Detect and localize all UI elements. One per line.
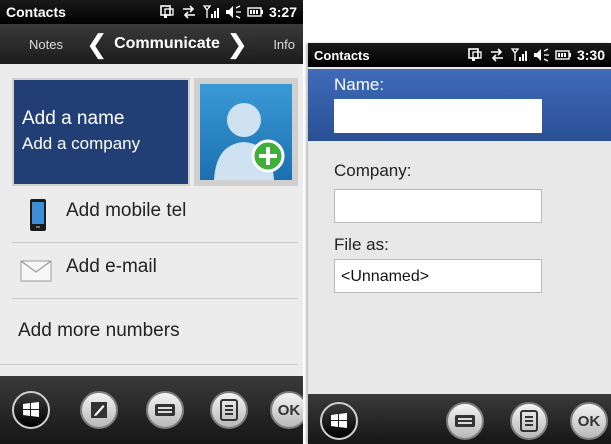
battery-icon[interactable]: [555, 48, 571, 62]
mobile-phone-icon: [28, 198, 48, 237]
person-silhouette-icon: [214, 103, 285, 180]
sync-arrows-icon[interactable]: [181, 5, 197, 19]
contact-card-content: Add a name Add a company Add mobile tel: [0, 64, 303, 376]
keyboard-button[interactable]: [446, 402, 484, 440]
softkey-bar: OK: [308, 394, 611, 444]
add-name-label: Add a name: [22, 108, 125, 129]
file-as-input[interactable]: <Unnamed>: [334, 259, 542, 293]
add-photo-button[interactable]: [194, 78, 298, 186]
sync-arrows-icon[interactable]: [489, 48, 505, 62]
windows-start-button[interactable]: [12, 391, 50, 429]
name-input[interactable]: [334, 99, 542, 133]
clock[interactable]: 3:27: [269, 4, 297, 20]
ok-button[interactable]: OK: [570, 402, 608, 440]
menu-button[interactable]: [210, 391, 248, 429]
tab-navigation-bar: Notes ❮ Communicate ❯ Info: [0, 24, 303, 64]
connectivity-icon[interactable]: [467, 48, 483, 62]
app-title: Contacts: [6, 4, 66, 20]
windows-start-icon: [331, 413, 347, 428]
menu-icon: [220, 399, 238, 421]
app-title: Contacts: [314, 47, 370, 63]
menu-icon: [520, 410, 538, 432]
ok-button[interactable]: OK: [270, 391, 303, 429]
company-field-group: Company:: [308, 153, 611, 229]
volume-icon[interactable]: [533, 48, 549, 62]
keyboard-icon: [155, 404, 175, 416]
next-tab-arrow-icon[interactable]: ❯: [226, 31, 248, 57]
menu-button[interactable]: [510, 402, 548, 440]
signal-strength-icon[interactable]: [510, 48, 527, 62]
add-mobile-tel-label: Add mobile tel: [66, 200, 187, 221]
add-company-label: Add a company: [22, 134, 141, 153]
signal-strength-icon[interactable]: [202, 5, 219, 19]
status-bar: Contacts 3:30: [308, 43, 611, 67]
company-field-label: Company:: [334, 161, 412, 180]
ok-label: OK: [277, 401, 301, 419]
add-more-numbers-label: Add more numbers: [18, 320, 180, 341]
file-as-field-label: File as:: [334, 235, 389, 254]
keyboard-icon: [455, 415, 475, 427]
volume-icon[interactable]: [225, 5, 241, 19]
tab-notes[interactable]: Notes: [29, 37, 63, 52]
add-email-row[interactable]: Add e-mail: [12, 244, 298, 299]
add-more-numbers-row[interactable]: Add more numbers: [0, 308, 298, 365]
contact-card-screen: Contacts 3:27 Notes ❮ Communicate ❯ Info…: [0, 0, 303, 444]
file-as-field-group: File as: <Unnamed>: [308, 231, 611, 307]
add-email-label: Add e-mail: [66, 256, 157, 277]
company-input[interactable]: [334, 189, 542, 223]
ok-label: OK: [577, 412, 601, 430]
name-field-group: Name:: [308, 69, 611, 141]
current-tab-label: Communicate: [114, 35, 220, 52]
edit-icon: [91, 402, 107, 418]
connectivity-icon[interactable]: [159, 5, 175, 19]
name-company-box[interactable]: Add a name Add a company: [12, 78, 190, 186]
previous-tab-arrow-icon[interactable]: ❮: [86, 31, 108, 57]
edit-contact-screen: Contacts 3:30 Name: Company: File as: <U…: [308, 43, 611, 444]
battery-icon[interactable]: [247, 5, 263, 19]
keyboard-button[interactable]: [146, 391, 184, 429]
tab-info[interactable]: Info: [273, 37, 295, 52]
status-bar: Contacts 3:27: [0, 0, 303, 24]
clock[interactable]: 3:30: [577, 47, 605, 63]
envelope-icon: [20, 260, 52, 287]
add-mobile-tel-row[interactable]: Add mobile tel: [12, 188, 298, 243]
softkey-bar: OK: [0, 376, 303, 444]
contact-photo-placeholder: [200, 84, 292, 180]
edit-button[interactable]: [80, 391, 118, 429]
name-field-label: Name:: [334, 75, 385, 94]
windows-start-button[interactable]: [320, 402, 358, 440]
windows-start-icon: [23, 402, 39, 417]
